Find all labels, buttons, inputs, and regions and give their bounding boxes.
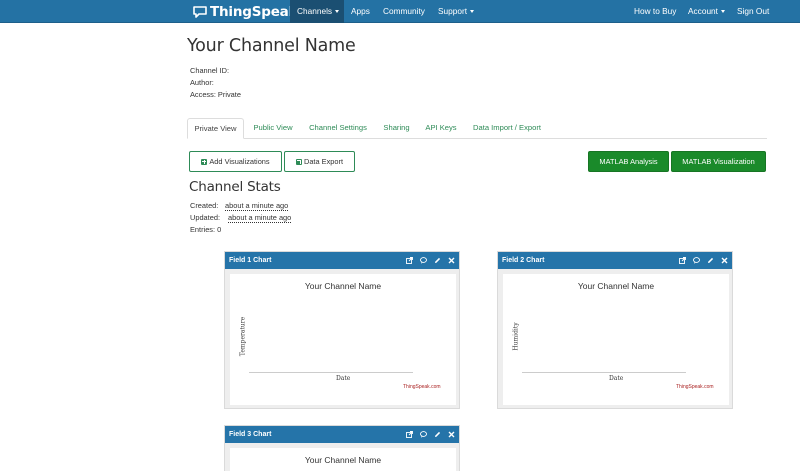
- tab-private-view[interactable]: Private View: [187, 118, 244, 139]
- export-icon: [295, 158, 302, 165]
- brand-logo[interactable]: ThingSpeak™: [193, 3, 303, 20]
- pencil-icon[interactable]: [707, 257, 714, 264]
- matlab-visualization-button[interactable]: MATLAB Visualization: [671, 151, 766, 172]
- nav-how-to-buy[interactable]: How to Buy: [634, 0, 676, 23]
- nav-account-label: Account: [688, 6, 718, 16]
- tab-public-view[interactable]: Public View: [248, 118, 298, 139]
- external-link-icon[interactable]: [679, 257, 686, 264]
- chevron-down-icon: [720, 10, 725, 14]
- nav-support[interactable]: Support: [438, 0, 475, 23]
- comment-icon[interactable]: [420, 431, 427, 438]
- y-axis-label: Humidity: [512, 322, 520, 351]
- chat-bubble-icon: [193, 5, 207, 18]
- nav-channels-label: Channels: [297, 6, 333, 16]
- chart-area: Your Channel Name: [230, 448, 456, 471]
- channel-access: Access: Private: [190, 90, 241, 99]
- chart-title: Your Channel Name: [304, 455, 382, 465]
- nav-sign-out[interactable]: Sign Out: [737, 0, 769, 23]
- nav-community-label: Community: [383, 6, 425, 16]
- panel-actions: [399, 252, 455, 269]
- field-3-chart-panel: Field 3 Chart Your Channel Name: [224, 425, 460, 471]
- add-visualizations-label: Add Visualizations: [209, 157, 270, 166]
- field-1-chart-panel: Field 1 Chart Your Channel Name Temperat…: [224, 251, 460, 409]
- y-axis-label: Temperature: [239, 316, 247, 357]
- comment-icon[interactable]: [693, 257, 700, 264]
- x-axis-label: Date: [609, 375, 624, 382]
- panel-title: Field 1 Chart: [229, 257, 272, 264]
- pencil-icon[interactable]: [434, 431, 441, 438]
- add-visualizations-button[interactable]: Add Visualizations: [189, 151, 282, 172]
- matlab-analysis-button[interactable]: MATLAB Analysis: [588, 151, 669, 172]
- plus-icon: [201, 158, 208, 165]
- close-icon[interactable]: [448, 431, 455, 438]
- channel-stats-title: Channel Stats: [189, 179, 281, 195]
- external-link-icon[interactable]: [406, 431, 413, 438]
- stat-updated-value: about a minute ago: [228, 213, 292, 223]
- tab-sharing[interactable]: Sharing: [379, 118, 414, 139]
- chart-credit[interactable]: ThingSpeak.com: [676, 384, 714, 390]
- stat-entries: Entries: 0: [190, 225, 222, 234]
- stat-created-value: about a minute ago: [225, 201, 289, 211]
- nav-channels[interactable]: Channels: [290, 0, 344, 23]
- tab-channel-settings[interactable]: Channel Settings: [304, 118, 372, 139]
- chart-credit[interactable]: ThingSpeak.com: [403, 384, 441, 390]
- field-2-chart-panel: Field 2 Chart Your Channel Name Humidity…: [497, 251, 733, 409]
- nav-apps-label: Apps: [351, 6, 370, 16]
- data-export-label: Data Export: [303, 157, 344, 166]
- panel-header: Field 1 Chart: [225, 252, 459, 269]
- nav-how-to-buy-label: How to Buy: [634, 6, 677, 16]
- page-title: Your Channel Name: [187, 36, 356, 56]
- x-axis-label: Date: [336, 375, 351, 382]
- chart-area: Your Channel Name Humidity Date ThingSpe…: [503, 274, 729, 405]
- x-axis-line: [522, 372, 686, 373]
- comment-icon[interactable]: [420, 257, 427, 264]
- pencil-icon[interactable]: [434, 257, 441, 264]
- close-icon[interactable]: [721, 257, 728, 264]
- close-icon[interactable]: [448, 257, 455, 264]
- channel-id: Channel ID:: [190, 66, 230, 75]
- external-link-icon[interactable]: [406, 257, 413, 264]
- panel-title: Field 3 Chart: [229, 431, 272, 438]
- panel-title: Field 2 Chart: [502, 257, 545, 264]
- nav-sign-out-label: Sign Out: [737, 6, 770, 16]
- brand-name: ThingSpeak: [210, 3, 298, 20]
- nav-community[interactable]: Community: [383, 0, 425, 23]
- panel-actions: [399, 426, 455, 443]
- nav-support-label: Support: [438, 6, 468, 16]
- top-navbar: ThingSpeak™ Channels Apps Community Supp…: [0, 0, 800, 23]
- nav-apps[interactable]: Apps: [351, 0, 370, 23]
- panel-header: Field 3 Chart: [225, 426, 459, 443]
- panel-actions: [672, 252, 728, 269]
- x-axis-line: [249, 372, 413, 373]
- data-export-button[interactable]: Data Export: [284, 151, 355, 172]
- chevron-down-icon: [470, 10, 475, 14]
- chart-title: Your Channel Name: [577, 281, 655, 291]
- stat-updated-label: Updated:: [190, 213, 220, 222]
- tab-data-import-export[interactable]: Data Import / Export: [468, 118, 546, 139]
- tab-api-keys[interactable]: API Keys: [421, 118, 461, 139]
- panel-header: Field 2 Chart: [498, 252, 732, 269]
- chart-area: Your Channel Name Temperature Date Thing…: [230, 274, 456, 405]
- stat-created-label: Created:: [190, 201, 219, 210]
- nav-account[interactable]: Account: [688, 0, 725, 23]
- chart-title: Your Channel Name: [304, 281, 382, 291]
- chevron-down-icon: [335, 10, 340, 14]
- channel-author: Author:: [190, 78, 214, 87]
